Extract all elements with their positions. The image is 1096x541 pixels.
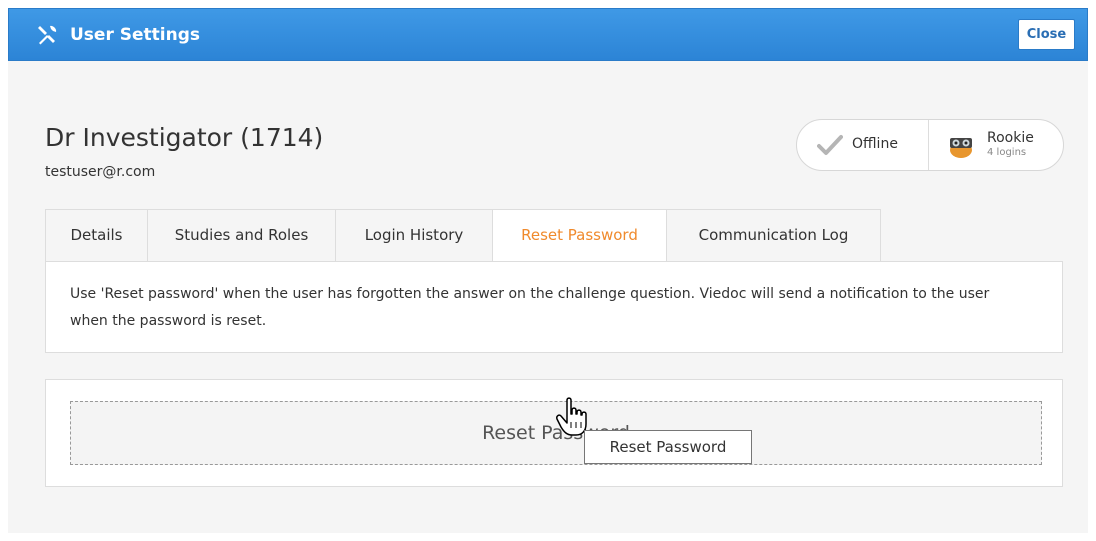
rank-sub-label: 4 logins [987, 147, 1027, 158]
user-name: Dr Investigator (1714) [45, 123, 324, 152]
rank-label: Rookie [987, 130, 1034, 146]
tab-login-history[interactable]: Login History [335, 209, 493, 262]
dialog-title: User Settings [70, 25, 200, 45]
dialog-content: Dr Investigator (1714) testuser@r.com Of… [8, 61, 1088, 533]
tab-reset-password[interactable]: Reset Password [492, 209, 667, 262]
rookie-icon [950, 138, 972, 158]
reset-panel: Reset Password [45, 379, 1063, 487]
presence-label: Offline [852, 136, 898, 152]
close-button[interactable]: Close [1018, 19, 1075, 50]
tools-icon [38, 25, 57, 45]
status-divider [928, 120, 929, 170]
status-pill: Offline Rookie 4 logins [796, 119, 1064, 171]
reset-info-text: Use 'Reset password' when the user has f… [70, 286, 990, 329]
user-email: testuser@r.com [45, 164, 156, 180]
check-icon [817, 135, 843, 155]
reset-password-tooltip: Reset Password [584, 430, 752, 464]
info-panel: Use 'Reset password' when the user has f… [45, 261, 1063, 353]
header-bar: User Settings Close [8, 8, 1088, 61]
tab-studies-and-roles[interactable]: Studies and Roles [147, 209, 336, 262]
tab-details[interactable]: Details [45, 209, 148, 262]
tab-communication-log[interactable]: Communication Log [666, 209, 881, 262]
